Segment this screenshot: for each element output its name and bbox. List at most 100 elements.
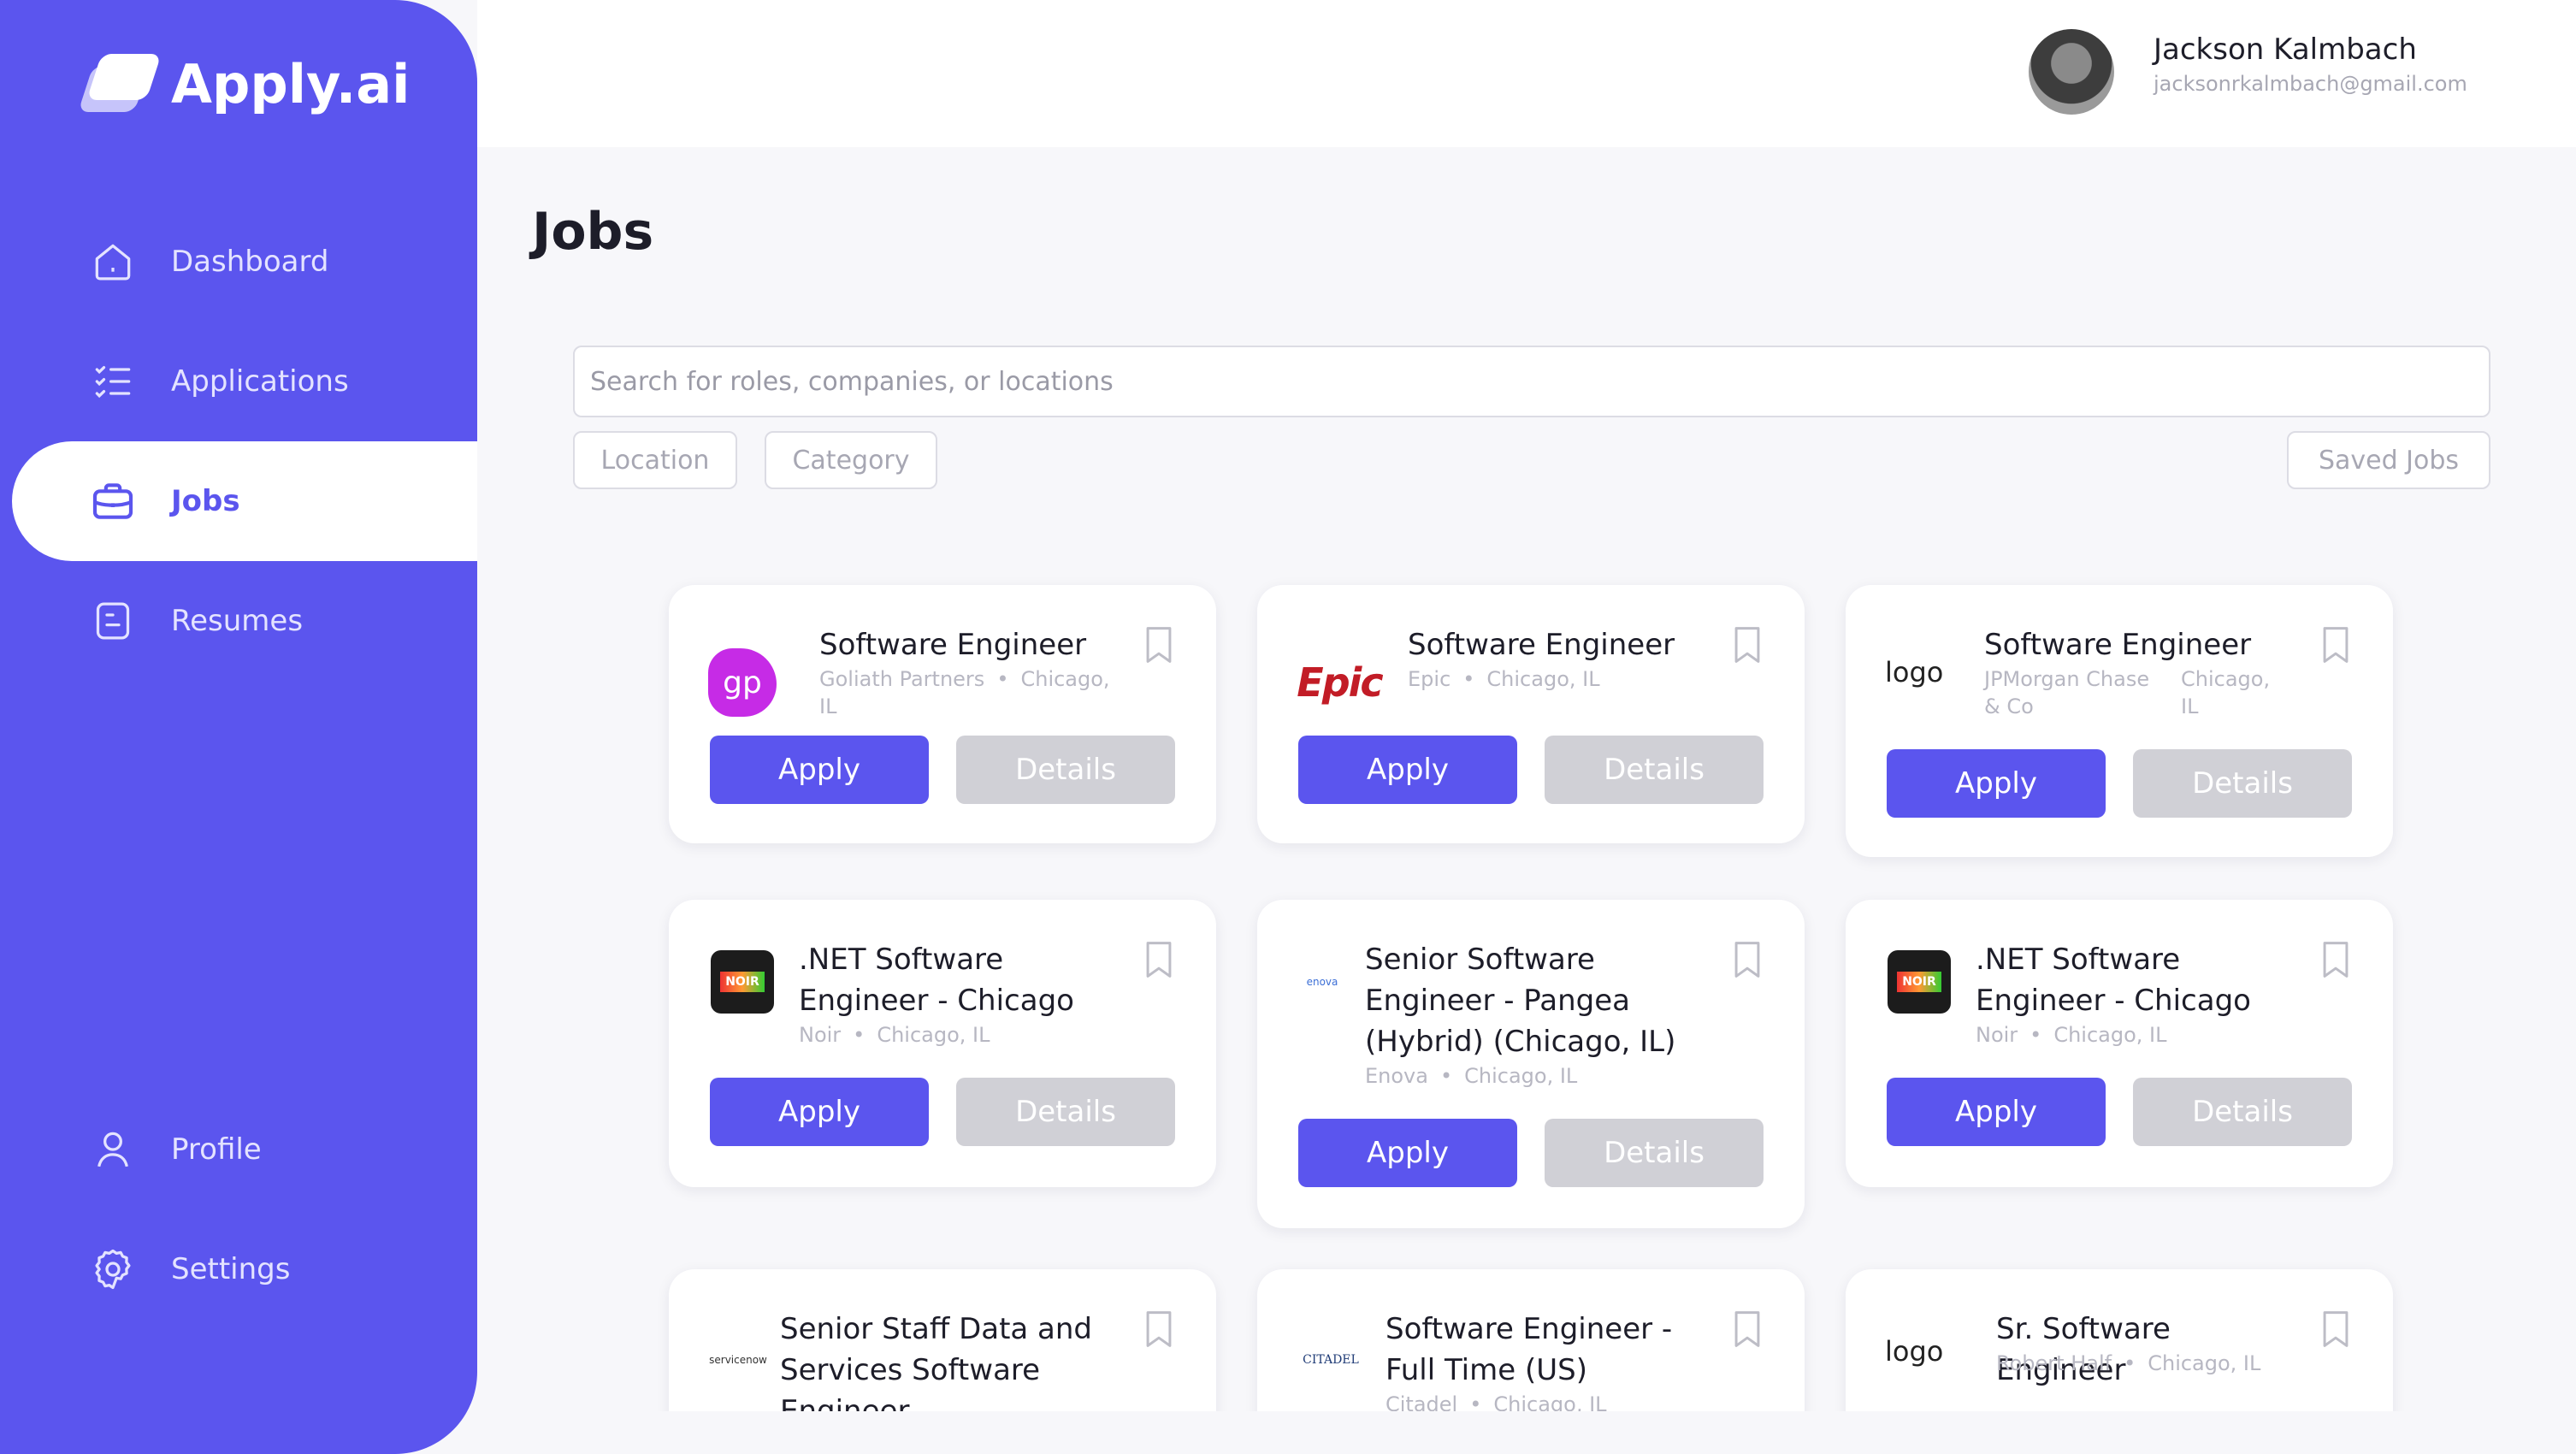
job-title: Software Engineer — [1984, 628, 2252, 662]
gear-icon — [95, 1249, 131, 1290]
sidebar-item-label: Profile — [171, 1132, 262, 1167]
job-location: Chicago, IL — [2181, 667, 2271, 718]
job-meta: Epic • Chicago, IL — [1408, 667, 1600, 691]
sidebar-item-applications[interactable]: Applications — [12, 322, 477, 441]
location-filter-button[interactable]: Location — [573, 431, 737, 489]
company-logo-text: CITADEL — [1303, 1353, 1359, 1367]
sidebar-item-label: Applications — [171, 364, 349, 399]
company-logo-text: logo — [1885, 1335, 1944, 1368]
apply-button[interactable]: Apply — [710, 736, 929, 804]
job-location: Chicago, IL — [877, 1023, 990, 1047]
company-logo: gp — [708, 648, 777, 717]
job-location: Chicago, IL — [1464, 1064, 1578, 1088]
company-name: JPMorgan Chase & Co — [1984, 667, 2150, 718]
job-meta: Robert Half • Chicago, IL — [1996, 1351, 2261, 1375]
briefcase-icon — [92, 483, 133, 519]
app-logo[interactable]: Apply.ai — [78, 50, 411, 118]
job-title: Senior Staff Data and Services Software … — [780, 1312, 1093, 1411]
job-location: Chicago, IL — [1493, 1392, 1607, 1411]
app-name: Apply.ai — [171, 52, 411, 115]
company-logo: NOIR — [708, 948, 777, 1016]
sidebar: Apply.ai Dashboard Applications Jobs Res… — [0, 0, 477, 1454]
bookmark-icon[interactable] — [1143, 624, 1175, 665]
checklist-icon — [95, 366, 131, 399]
company-logo-text: logo — [1885, 656, 1944, 689]
company-logo-text: NOIR — [1897, 972, 1941, 992]
job-card[interactable]: NOIR .NET Software Engineer - Chicago No… — [1846, 900, 2393, 1187]
job-meta: Citadel • Chicago, IL — [1385, 1391, 1719, 1411]
job-title: Software Engineer — [1408, 628, 1675, 662]
company-name: Citadel — [1385, 1392, 1458, 1411]
bookmark-icon[interactable] — [1143, 1309, 1175, 1350]
apply-button[interactable]: Apply — [1298, 1119, 1517, 1187]
sidebar-item-dashboard[interactable]: Dashboard — [12, 202, 477, 322]
job-card[interactable]: logo Sr. Software Engineer Robert Half • C… — [1846, 1269, 2393, 1411]
bookmark-icon[interactable] — [2319, 1309, 2352, 1350]
company-logo: servicenow — [708, 1326, 768, 1394]
company-logo: NOIR — [1885, 948, 1953, 1016]
sidebar-item-label: Dashboard — [171, 245, 329, 279]
company-logo-text: NOIR — [720, 972, 765, 992]
apply-logo-icon — [78, 54, 162, 114]
saved-jobs-button[interactable]: Saved Jobs — [2287, 431, 2490, 489]
user-email: jacksonrkalmbach@gmail.com — [2154, 72, 2467, 96]
company-logo: logo — [1885, 638, 1970, 706]
job-meta: Noir • Chicago, IL — [1976, 1023, 2167, 1047]
company-name: Epic — [1408, 667, 1451, 691]
job-meta: Noir • Chicago, IL — [799, 1023, 990, 1047]
company-logo-text: servicenow — [709, 1354, 767, 1366]
company-logo: logo — [1885, 1317, 1970, 1386]
company-name: Noir — [799, 1023, 842, 1047]
sidebar-item-settings[interactable]: Settings — [12, 1209, 477, 1329]
job-card[interactable]: NOIR .NET Software Engineer - Chicago No… — [669, 900, 1216, 1187]
details-button[interactable]: Details — [956, 1078, 1175, 1146]
sidebar-item-profile[interactable]: Profile — [12, 1090, 477, 1209]
company-name: Enova — [1365, 1064, 1428, 1088]
details-button[interactable]: Details — [2133, 1078, 2352, 1146]
bookmark-icon[interactable] — [2319, 624, 2352, 665]
job-location: Chicago, IL — [2053, 1023, 2167, 1047]
details-button[interactable]: Details — [956, 736, 1175, 804]
details-button[interactable]: Details — [2133, 749, 2352, 818]
details-button[interactable]: Details — [1545, 1119, 1764, 1187]
sidebar-item-jobs[interactable]: Jobs — [12, 441, 477, 561]
document-icon — [96, 602, 130, 640]
bookmark-icon[interactable] — [1731, 939, 1764, 980]
job-card[interactable]: enova Senior Software Engineer - Pangea … — [1257, 900, 1805, 1228]
company-name: Noir — [1976, 1023, 2018, 1047]
job-title: Senior Software Engineer - Pangea (Hybri… — [1365, 943, 1676, 1059]
apply-button[interactable]: Apply — [1887, 1078, 2106, 1146]
job-card[interactable]: logo Software Engineer JPMorgan Chase & … — [1846, 585, 2393, 857]
job-card[interactable]: Epic Software Engineer Epic • Chicago, IL … — [1257, 585, 1805, 843]
sidebar-item-resumes[interactable]: Resumes — [12, 561, 477, 681]
job-title: Software Engineer - Full Time (US) — [1385, 1312, 1673, 1387]
company-logo-text: enova — [1306, 976, 1338, 988]
job-title: .NET Software Engineer - Chicago — [799, 943, 1074, 1018]
job-location: Chicago, IL — [2148, 1351, 2261, 1375]
sidebar-item-label: Jobs — [171, 484, 240, 518]
company-logo: enova — [1297, 948, 1348, 1016]
job-card[interactable]: CITADEL Software Engineer - Full Time (U… — [1257, 1269, 1805, 1411]
apply-button[interactable]: Apply — [1298, 736, 1517, 804]
company-name: Goliath Partners — [819, 667, 985, 691]
job-card[interactable]: gp Software Engineer Goliath Partners • Ch… — [669, 585, 1216, 843]
sidebar-item-label: Resumes — [171, 604, 304, 638]
user-icon — [97, 1132, 128, 1167]
avatar[interactable] — [2029, 29, 2114, 115]
job-meta: Goliath Partners • Chicago, IL — [819, 667, 1110, 718]
bookmark-icon[interactable] — [2319, 939, 2352, 980]
details-button[interactable]: Details — [1545, 736, 1764, 804]
apply-button[interactable]: Apply — [710, 1078, 929, 1146]
bookmark-icon[interactable] — [1731, 1309, 1764, 1350]
sidebar-item-label: Settings — [171, 1252, 291, 1286]
category-filter-button[interactable]: Category — [765, 431, 937, 489]
apply-button[interactable]: Apply — [1887, 749, 2106, 818]
job-card[interactable]: servicenow Senior Staff Data and Service… — [669, 1269, 1216, 1411]
search-input[interactable] — [573, 346, 2490, 417]
user-name: Jackson Kalmbach — [2154, 33, 2417, 67]
company-logo-text: Epic — [1297, 659, 1383, 706]
bookmark-icon[interactable] — [1143, 939, 1175, 980]
company-name: Robert Half — [1996, 1351, 2112, 1375]
home-icon — [95, 244, 131, 281]
bookmark-icon[interactable] — [1731, 624, 1764, 665]
